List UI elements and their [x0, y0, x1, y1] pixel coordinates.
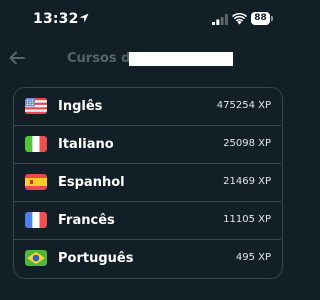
- back-arrow-icon[interactable]: [9, 51, 25, 65]
- header: Cursos de: [0, 40, 297, 76]
- course-row-french[interactable]: Francês 11105 XP: [14, 202, 281, 240]
- course-xp: 21469 XP: [223, 176, 271, 187]
- course-xp: 25098 XP: [223, 138, 271, 149]
- france-flag-icon: [25, 212, 47, 228]
- course-language: Francês: [58, 213, 115, 228]
- course-row-italian[interactable]: Italiano 25098 XP: [14, 126, 281, 164]
- spain-flag-icon: [25, 174, 47, 190]
- course-xp: 475254 XP: [216, 100, 271, 111]
- location-arrow-icon: [79, 13, 89, 23]
- course-xp: 11105 XP: [223, 214, 271, 225]
- course-language: Italiano: [58, 137, 114, 152]
- status-time: 13:32: [33, 11, 79, 27]
- redacted-username: [129, 52, 233, 66]
- battery-level: 88: [251, 12, 270, 25]
- course-language: Espanhol: [58, 175, 125, 190]
- status-bar: 13:32 88: [0, 0, 297, 40]
- brazil-flag-icon: [25, 250, 47, 266]
- us-flag-icon: [25, 98, 47, 114]
- course-row-english[interactable]: Inglês 475254 XP: [14, 88, 281, 126]
- courses-list: Inglês 475254 XP Italiano 25098 XP Espan…: [13, 87, 283, 279]
- course-row-portuguese[interactable]: Português 495 XP: [14, 240, 281, 278]
- course-xp: 495 XP: [235, 252, 271, 263]
- battery-icon: 88: [251, 12, 274, 25]
- wifi-icon: [232, 13, 247, 25]
- course-language: Inglês: [58, 99, 103, 114]
- cellular-signal-icon: [212, 14, 228, 25]
- course-row-spanish[interactable]: Espanhol 21469 XP: [14, 164, 281, 202]
- italy-flag-icon: [25, 136, 47, 152]
- course-language: Português: [58, 251, 134, 266]
